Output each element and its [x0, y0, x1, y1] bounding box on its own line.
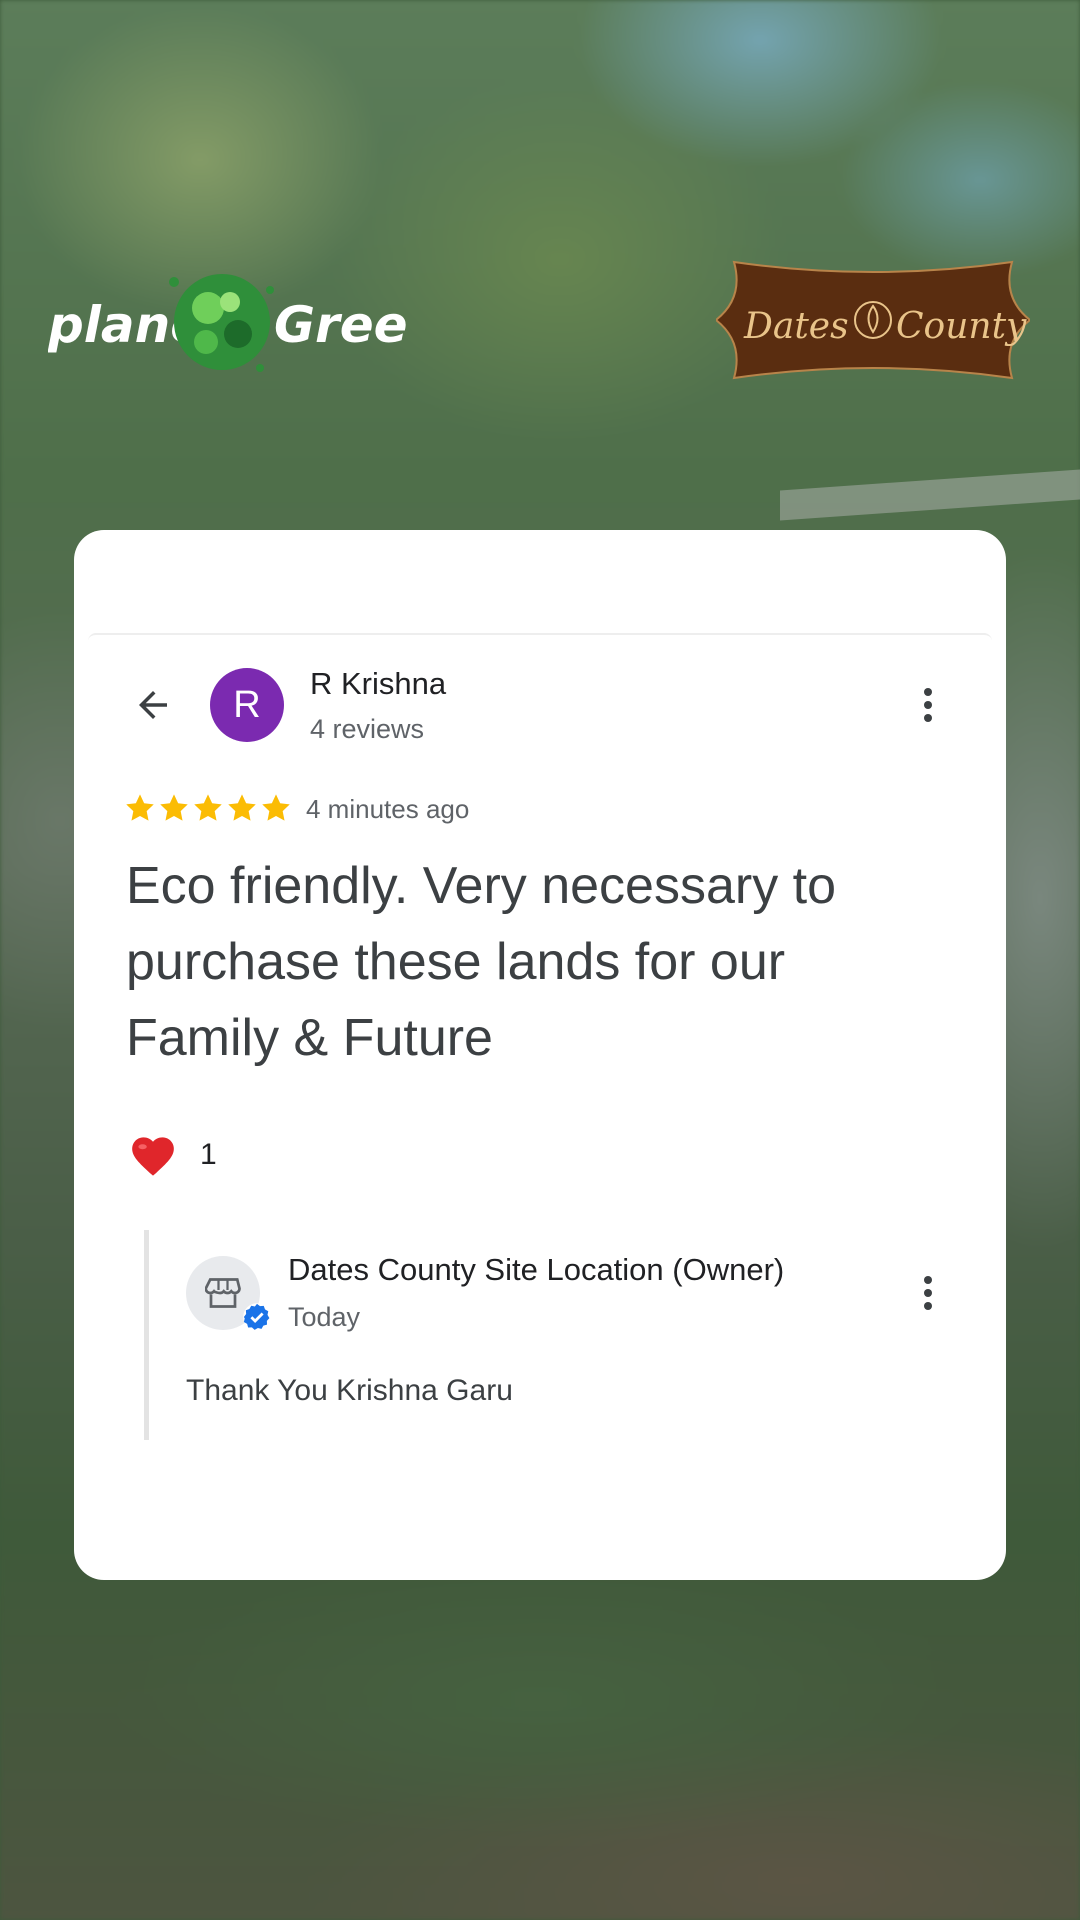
owner-reply-time: Today	[288, 1302, 361, 1332]
review-card: R R Krishna 4 reviews 4 minutes ago Eco …	[74, 530, 1006, 1580]
reply-indent-bar	[144, 1230, 149, 1440]
more-vert-icon	[924, 1276, 932, 1310]
reviewer-review-count: 4 reviews	[310, 714, 425, 744]
owner-reply-text: Thank You Krishna Garu	[186, 1374, 513, 1407]
star-icon	[126, 794, 154, 821]
verified-badge-icon	[243, 1303, 271, 1331]
arrow-back-icon	[139, 691, 167, 719]
card-divider	[88, 633, 992, 643]
svg-text:Green: Green	[274, 296, 408, 354]
storefront-icon	[205, 1278, 241, 1308]
reviewer-name[interactable]: R Krishna	[310, 666, 446, 702]
heart-icon[interactable]	[128, 1130, 178, 1178]
reaction-count: 1	[200, 1138, 217, 1171]
reviewer-avatar[interactable]: R	[210, 668, 284, 742]
star-icon	[194, 794, 222, 821]
owner-name: Dates County Site Location (Owner)	[288, 1252, 785, 1287]
green-globe-icon	[169, 274, 274, 372]
star-icon	[228, 794, 256, 821]
svg-text:Dates: Dates	[743, 306, 849, 347]
star-icon	[160, 794, 188, 821]
review-more-button[interactable]	[908, 680, 948, 730]
star-rating	[124, 792, 292, 824]
review-text: Eco friendly. Very necessary to purchase…	[126, 857, 837, 1067]
more-vert-icon	[924, 688, 932, 722]
svg-text:County: County	[896, 306, 1027, 347]
dates-county-logo: Dates County	[716, 260, 1030, 380]
star-icon	[262, 794, 290, 821]
owner-reply-more-button[interactable]	[908, 1268, 948, 1318]
avatar-letter: R	[233, 683, 261, 726]
planet-green-logo: planet Green	[48, 274, 408, 372]
review-time: 4 minutes ago	[306, 794, 470, 824]
back-button[interactable]	[128, 680, 178, 730]
